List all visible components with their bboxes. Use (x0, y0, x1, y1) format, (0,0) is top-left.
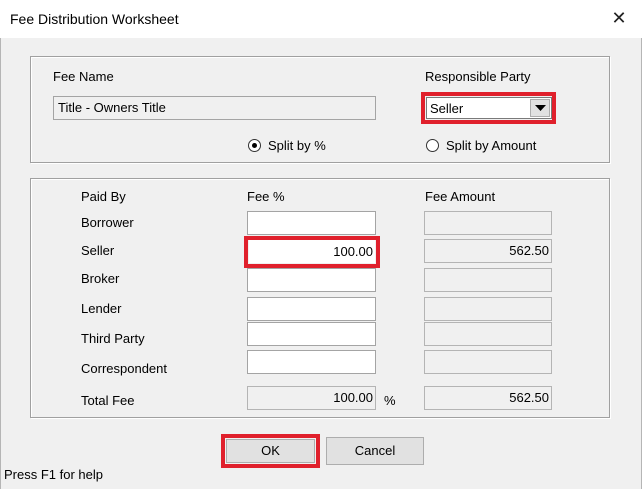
total-percent-field: 100.00 (247, 386, 376, 410)
paid-by-header: Paid By (81, 189, 126, 204)
fee-percent-header: Fee % (247, 189, 285, 204)
fee-name-field: Title - Owners Title (53, 96, 376, 120)
correspondent-amount-field (424, 350, 552, 374)
row-label-total-fee: Total Fee (81, 393, 135, 408)
window-title: Fee Distribution Worksheet (10, 11, 179, 27)
row-label-third-party: Third Party (81, 331, 145, 346)
borrower-amount-field (424, 211, 552, 235)
total-amount-field: 562.50 (424, 386, 552, 410)
correspondent-percent-input[interactable] (247, 350, 376, 374)
responsible-party-select[interactable]: Seller (426, 97, 552, 119)
third-party-percent-input[interactable] (247, 322, 376, 346)
split-by-amount-radio[interactable] (426, 139, 439, 152)
broker-percent-input[interactable] (247, 268, 376, 292)
ok-button[interactable]: OK (226, 439, 315, 463)
responsible-party-value: Seller (430, 101, 464, 116)
help-status-text: Press F1 for help (4, 467, 103, 482)
split-by-percent-radio[interactable] (248, 139, 261, 152)
cancel-button[interactable]: Cancel (326, 437, 424, 465)
row-label-lender: Lender (81, 301, 122, 316)
radio-selected-dot (252, 143, 257, 148)
row-label-borrower: Borrower (81, 215, 134, 230)
fee-amount-header: Fee Amount (425, 189, 496, 204)
borrower-percent-input[interactable] (247, 211, 376, 235)
responsible-party-label: Responsible Party (425, 69, 531, 84)
close-icon[interactable]: ✕ (606, 6, 632, 32)
dropdown-arrow-icon[interactable] (530, 99, 550, 117)
seller-percent-input[interactable]: 100.00 (249, 240, 375, 263)
broker-amount-field (424, 268, 552, 292)
seller-amount-field: 562.50 (424, 239, 552, 263)
fee-name-label: Fee Name (53, 69, 114, 84)
split-by-amount-label[interactable]: Split by Amount (446, 138, 536, 153)
row-label-correspondent: Correspondent (81, 361, 167, 376)
row-label-seller: Seller (81, 243, 115, 258)
lender-amount-field (424, 297, 552, 321)
lender-percent-input[interactable] (247, 297, 376, 321)
third-party-amount-field (424, 322, 552, 346)
row-label-broker: Broker (81, 271, 120, 286)
window-border-left (0, 38, 1, 489)
total-percent-unit: % (384, 393, 396, 408)
split-by-percent-label[interactable]: Split by % (268, 138, 326, 153)
